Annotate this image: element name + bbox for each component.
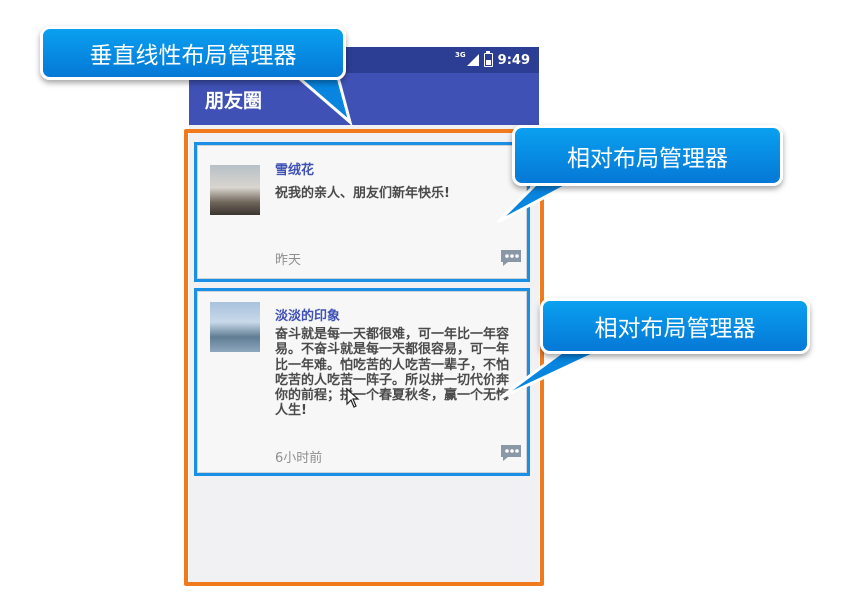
callout-vertical-linear-layout: 垂直线性布局管理器 [40,26,346,80]
mouse-cursor-icon [346,388,360,408]
callout-relative-layout: 相对布局管理器 [512,125,783,186]
callout-relative-layout: 相对布局管理器 [540,298,810,354]
